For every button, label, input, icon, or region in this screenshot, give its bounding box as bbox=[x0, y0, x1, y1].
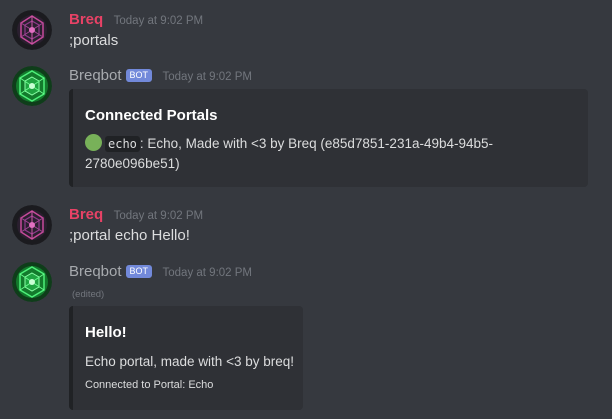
author-name[interactable]: Breq bbox=[69, 11, 103, 28]
bot-avatar-icon[interactable] bbox=[12, 262, 52, 302]
embed-description: Echo portal, made with <3 by breq! bbox=[85, 354, 294, 369]
message-item: Breqbot BOT Today at 9:02 PM Connected Po… bbox=[0, 66, 612, 190]
portal-id-continued: 2780e096be51) bbox=[85, 156, 180, 171]
user-avatar-icon[interactable] bbox=[12, 205, 52, 245]
portal-name-code: echo bbox=[105, 136, 140, 152]
embed-title: Connected Portals bbox=[85, 107, 218, 124]
timestamp: Today at 9:02 PM bbox=[162, 267, 253, 279]
author-name[interactable]: Breqbot bbox=[69, 263, 122, 280]
portal-description: : Echo, Made with <3 by Breq (e85d7851-2… bbox=[139, 136, 494, 151]
author-name[interactable]: Breq bbox=[69, 206, 103, 223]
message-item: Breq Today at 9:02 PM ;portals bbox=[0, 10, 612, 54]
timestamp: Today at 9:02 PM bbox=[113, 210, 204, 222]
message-header: Breqbot BOT Today at 9:02 PM bbox=[69, 263, 252, 281]
message-item: Breq Today at 9:02 PM ;portal echo Hello… bbox=[0, 205, 612, 249]
bot-badge: BOT bbox=[125, 69, 153, 82]
author-name[interactable]: Breqbot bbox=[69, 67, 122, 84]
message-header: Breq Today at 9:02 PM bbox=[69, 206, 203, 224]
embed-footer: Connected to Portal: Echo bbox=[85, 379, 214, 391]
message-header: Breq Today at 9:02 PM bbox=[69, 11, 203, 29]
timestamp: Today at 9:02 PM bbox=[113, 15, 204, 27]
green-circle-icon bbox=[85, 134, 102, 151]
message-header: Breqbot BOT Today at 9:02 PM bbox=[69, 67, 252, 85]
timestamp: Today at 9:02 PM bbox=[162, 71, 253, 83]
message-text: ;portal echo Hello! bbox=[69, 227, 190, 244]
edited-label: (edited) bbox=[72, 289, 105, 300]
embed-title: Hello! bbox=[85, 324, 127, 341]
embed-card: Hello! Echo portal, made with <3 by breq… bbox=[69, 306, 303, 410]
bot-avatar-icon[interactable] bbox=[12, 66, 52, 106]
embed-description: echo: Echo, Made with <3 by Breq (e85d78… bbox=[85, 134, 575, 173]
bot-badge: BOT bbox=[125, 265, 153, 278]
message-item: Breqbot BOT Today at 9:02 PM (edited) Hel… bbox=[0, 262, 612, 412]
message-text: ;portals bbox=[69, 32, 119, 49]
embed-card: Connected Portals echo: Echo, Made with … bbox=[69, 89, 588, 187]
user-avatar-icon[interactable] bbox=[12, 10, 52, 50]
